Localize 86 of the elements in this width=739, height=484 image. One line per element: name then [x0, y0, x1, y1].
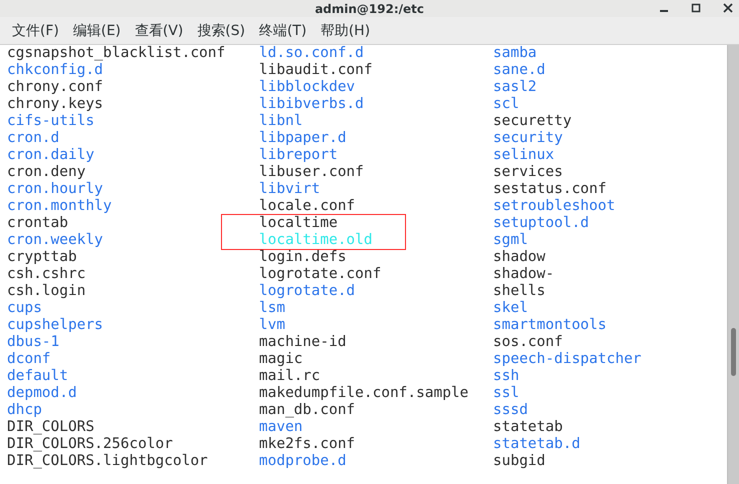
file-name: modprobe.d: [259, 453, 348, 470]
file-name: chrony.keys: [7, 96, 104, 113]
file-name: securetty: [493, 113, 573, 130]
close-icon[interactable]: [723, 3, 733, 13]
file-name: skel: [493, 300, 529, 317]
file-name: mke2fs.conf: [259, 436, 356, 453]
file-name: libaudit.conf: [259, 62, 374, 79]
file-name: makedumpfile.conf.sample: [259, 385, 470, 402]
file-name: cups: [7, 300, 43, 317]
file-name: libreport: [259, 147, 339, 164]
file-name: statetab: [493, 419, 564, 436]
file-name: dconf: [7, 351, 52, 368]
file-name: shadow: [493, 249, 546, 266]
file-name: DIR_COLORS.lightbgcolor: [7, 453, 209, 470]
menu-item[interactable]: 帮助(H): [314, 20, 376, 42]
window-title: admin@192:/etc: [314, 2, 424, 16]
file-name: cifs-utils: [7, 113, 96, 130]
menu-item[interactable]: 编辑(E): [66, 20, 127, 42]
file-name: crypttab: [7, 249, 78, 266]
menu-item[interactable]: 文件(F): [6, 20, 65, 42]
file-name: chrony.conf: [7, 79, 104, 96]
file-name: default: [7, 368, 70, 385]
file-name: magic: [259, 351, 304, 368]
file-name: logrotate.d: [259, 283, 356, 300]
file-name: ld.so.conf.d: [259, 45, 365, 62]
file-name: security: [493, 130, 564, 147]
file-name: ssh: [493, 368, 520, 385]
file-name: DIR_COLORS.256color: [7, 436, 174, 453]
file-name: libpaper.d: [259, 130, 348, 147]
file-name: cron.weekly: [7, 232, 104, 249]
file-name: samba: [493, 45, 538, 62]
file-name: DIR_COLORS: [7, 419, 96, 436]
file-name: sasl2: [493, 79, 538, 96]
file-name: cgsnapshot_blacklist.conf: [7, 45, 226, 62]
file-name: sos.conf: [493, 334, 564, 351]
file-name: speech-dispatcher: [493, 351, 642, 368]
file-name: libvirt: [259, 181, 322, 198]
scrollbar[interactable]: [727, 45, 739, 484]
file-name: libnl: [259, 113, 304, 130]
file-name: dhcp: [7, 402, 43, 419]
file-name: login.defs: [259, 249, 348, 266]
file-name: dbus-1: [7, 334, 60, 351]
file-name: shells: [493, 283, 546, 300]
file-name: libuser.conf: [259, 164, 365, 181]
scrollbar-thumb[interactable]: [731, 328, 736, 376]
file-name: lvm: [259, 317, 286, 334]
file-name: selinux: [493, 147, 556, 164]
file-name: machine-id: [259, 334, 348, 351]
file-name: csh.cshrc: [7, 266, 87, 283]
file-name: ssl: [493, 385, 520, 402]
file-name: smartmontools: [493, 317, 608, 334]
file-name: locale.conf: [259, 198, 356, 215]
file-name: subgid: [493, 453, 546, 470]
file-name: localtime.old: [259, 232, 374, 249]
file-name: cron.d: [7, 130, 60, 147]
file-name: services: [493, 164, 564, 181]
file-name: shadow-: [493, 266, 556, 283]
file-name: cron.deny: [7, 164, 87, 181]
file-name: setuptool.d: [493, 215, 590, 232]
file-name: sssd: [493, 402, 529, 419]
file-name: mail.rc: [259, 368, 322, 385]
file-name: lsm: [259, 300, 286, 317]
file-name: libibverbs.d: [259, 96, 365, 113]
file-name: sane.d: [493, 62, 546, 79]
file-name: cupshelpers: [7, 317, 104, 334]
menu-item[interactable]: 查看(V): [128, 20, 190, 42]
file-name: crontab: [7, 215, 70, 232]
file-name: cron.monthly: [7, 198, 113, 215]
file-name: localtime: [259, 215, 339, 232]
menu-item[interactable]: 搜索(S): [191, 20, 252, 42]
file-name: man_db.conf: [259, 402, 356, 419]
maximize-icon[interactable]: [691, 3, 701, 13]
file-name: logrotate.conf: [259, 266, 382, 283]
file-name: cron.hourly: [7, 181, 104, 198]
file-name: csh.login: [7, 283, 87, 300]
menu-item[interactable]: 终端(T): [253, 20, 313, 42]
file-name: scl: [493, 96, 520, 113]
file-name: setroubleshoot: [493, 198, 616, 215]
file-name: chkconfig.d: [7, 62, 104, 79]
file-name: depmod.d: [7, 385, 78, 402]
file-name: maven: [259, 419, 304, 436]
file-name: libblockdev: [259, 79, 356, 96]
file-name: sgml: [493, 232, 529, 249]
file-name: sestatus.conf: [493, 181, 608, 198]
file-name: cron.daily: [7, 147, 96, 164]
file-name: statetab.d: [493, 436, 582, 453]
